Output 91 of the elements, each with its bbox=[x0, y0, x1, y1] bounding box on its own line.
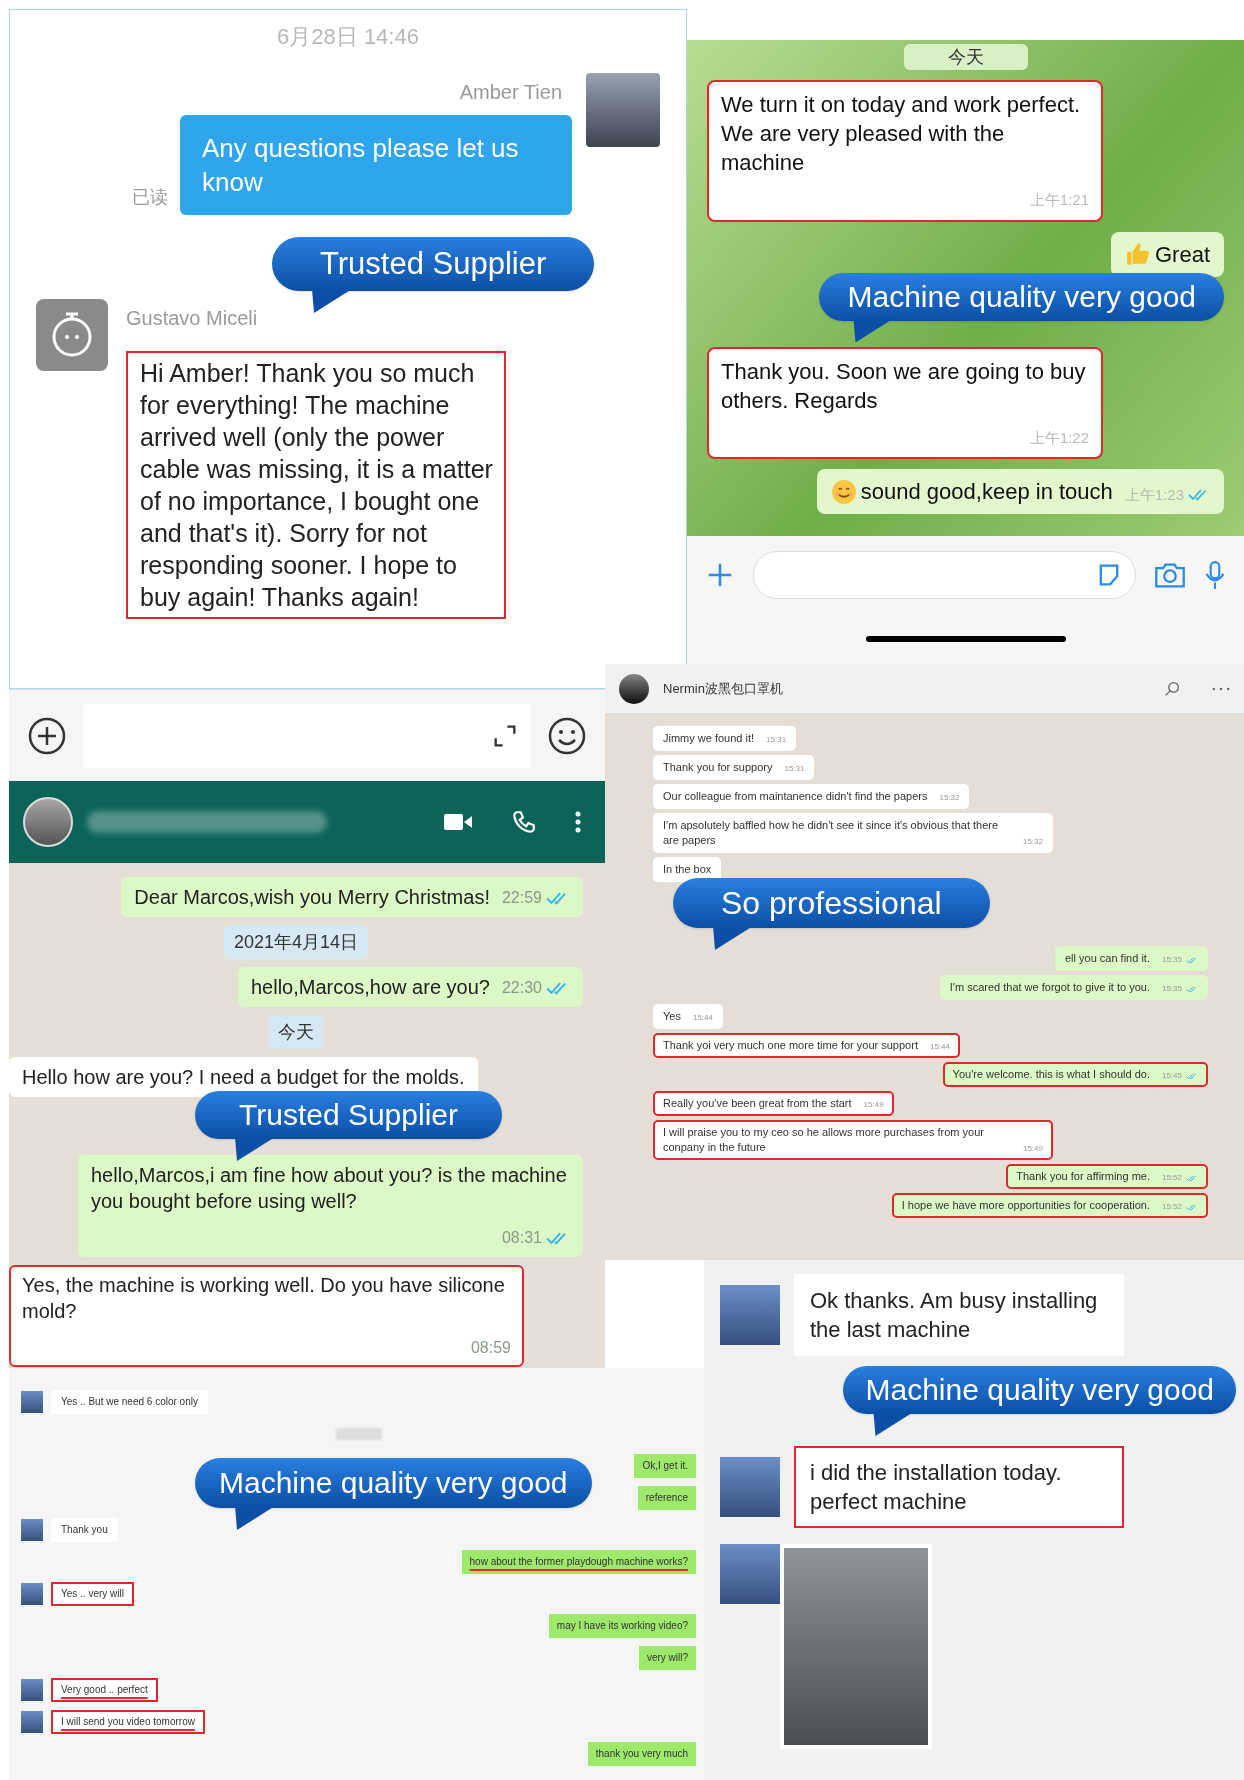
message-time: 15:52 bbox=[1161, 1201, 1182, 1213]
message-time: 15:44 bbox=[929, 1041, 950, 1053]
avatar-photo bbox=[21, 1679, 43, 1701]
message-text: reference bbox=[645, 1491, 688, 1505]
message-time: 15:44 bbox=[692, 1012, 713, 1024]
message-text: Thank you for affirming me. bbox=[1016, 1169, 1150, 1184]
avatar-photo bbox=[21, 1519, 43, 1541]
video-call-icon[interactable] bbox=[443, 812, 473, 832]
search-icon[interactable] bbox=[1164, 680, 1180, 697]
avatar-photo bbox=[720, 1285, 780, 1345]
microphone-icon[interactable] bbox=[1204, 560, 1226, 590]
message-time: 15:31 bbox=[784, 763, 805, 775]
message-text: Thank you. Soon we are going to buy others. Regards bbox=[721, 357, 1087, 415]
message-text: Hello how are you? I need a budget for the molds. bbox=[22, 1065, 465, 1090]
message-input-field[interactable] bbox=[83, 703, 531, 768]
message-text: sound good,keep in touch bbox=[860, 478, 1113, 506]
avatar-photo bbox=[23, 797, 73, 847]
message-text: ell you can find it. bbox=[1064, 951, 1150, 966]
avatar-photo bbox=[720, 1544, 780, 1604]
message-text: Jimmy we found it! bbox=[663, 731, 755, 746]
message-text: thank you very much bbox=[595, 1747, 688, 1761]
avatar-photo bbox=[21, 1391, 43, 1413]
message-text: Yes, the machine is working well. Do you have silicone mold? bbox=[22, 1273, 506, 1324]
add-icon[interactable] bbox=[27, 715, 67, 756]
emoji-icon[interactable] bbox=[547, 715, 587, 756]
message-time: 上午1:21 bbox=[1029, 190, 1089, 210]
message-time: 22:30 bbox=[501, 978, 542, 998]
message-input-field[interactable] bbox=[753, 551, 1136, 599]
message-time: 上午1:23 bbox=[1124, 484, 1184, 505]
message-bubble: Any questions please let us know bbox=[180, 115, 572, 215]
message-text: Great bbox=[1154, 240, 1210, 269]
date-label: 今天 bbox=[903, 44, 1028, 70]
message-text: I'm scared that we forgot to give it to you. bbox=[949, 980, 1150, 995]
message-text: Thank yoi very much one more time for your support bbox=[663, 1038, 918, 1053]
message-time: 08:59 bbox=[470, 1338, 511, 1358]
message-time: 15:32 bbox=[1022, 836, 1043, 848]
message-time: 15:45 bbox=[1161, 1070, 1182, 1082]
message-text: We turn it on today and work perfect. We are very pleased with the machine bbox=[721, 91, 1082, 177]
read-status: 已读 bbox=[132, 186, 168, 209]
message-text: Hi Amber! Thank you so much for everything! The machine arrived well (only the power cable was missing, it is a matter of no importance, I bought one and that's it). Sorry for not responding sooner. I hope to buy again! Thanks again! bbox=[126, 351, 506, 619]
avatar-photo bbox=[619, 673, 649, 704]
date-label: 今天 bbox=[268, 1015, 324, 1049]
sender-name: Amber Tien bbox=[459, 80, 562, 105]
message-text: Yes bbox=[663, 1009, 681, 1024]
message-text: Very good .. perfect bbox=[61, 1683, 148, 1697]
message-time: 15:35 bbox=[1161, 983, 1182, 995]
timer-avatar-icon bbox=[36, 299, 108, 371]
message-text: how about the former playdough machine works? bbox=[469, 1555, 688, 1569]
message-text: very will? bbox=[646, 1651, 688, 1665]
message-time: 22:59 bbox=[501, 888, 542, 908]
message-time: 15:31 bbox=[766, 734, 787, 746]
sender-name: Gustavo Miceli bbox=[126, 306, 259, 331]
message-text: hello,Marcos,how are you? bbox=[250, 975, 490, 1000]
message-text: Yes .. very will bbox=[61, 1587, 124, 1601]
smiley-icon bbox=[830, 478, 857, 505]
message-text: Really you've been great from the start bbox=[663, 1096, 852, 1111]
message-time: 上午1:22 bbox=[1029, 427, 1089, 448]
message-text: hello,Marcos,i am fine how about you? is the machine you bought before using well? bbox=[91, 1163, 568, 1214]
more-icon[interactable] bbox=[575, 810, 581, 834]
message-text: You're welcome. this is what I should do. bbox=[952, 1067, 1150, 1082]
message-time: 15:49 bbox=[863, 1099, 884, 1111]
message-text: In the box bbox=[663, 862, 712, 877]
message-text: Thank you bbox=[61, 1523, 108, 1537]
message-time: 15:32 bbox=[939, 792, 960, 804]
avatar-photo bbox=[720, 1457, 780, 1517]
phone-icon[interactable] bbox=[511, 809, 537, 835]
message-time: 15:35 bbox=[1161, 954, 1182, 966]
more-icon[interactable] bbox=[1212, 686, 1230, 691]
date-label: 2021年4月14日 bbox=[223, 925, 369, 959]
message-text: Yes .. But we need 6 color only bbox=[61, 1395, 198, 1409]
thumbs-up-icon bbox=[1124, 241, 1151, 267]
avatar-photo bbox=[21, 1711, 43, 1733]
message-text: I will praise you to my ceo so he allows more purchases from your conpany in the future bbox=[663, 1125, 985, 1155]
message-text: Dear Marcos,wish you Merry Christmas! bbox=[134, 885, 490, 910]
message-text: Thank you for suppory bbox=[663, 760, 773, 775]
message-text: Ok thanks. Am busy installing the last machine bbox=[810, 1287, 1099, 1344]
message-text: I hope we have more opportunities for cooperation. bbox=[901, 1198, 1150, 1213]
avatar-photo bbox=[21, 1583, 43, 1605]
message-time: 08:31 bbox=[501, 1228, 542, 1248]
message-text: I'm apsolutely baffled how he didn't see it since it's obvious that there are papers bbox=[663, 818, 1000, 848]
message-time: 15:52 bbox=[1161, 1172, 1182, 1184]
message-text: I will send you video tomorrow bbox=[61, 1715, 195, 1729]
message-text: Our colleague from maintanence didn't find the papers bbox=[663, 789, 928, 804]
date-label: 6月28日 14:46 bbox=[277, 23, 419, 51]
camera-icon[interactable] bbox=[1154, 561, 1186, 589]
message-text: may I have its working video? bbox=[556, 1619, 688, 1633]
contact-name: Nermin波黑包口罩机 bbox=[663, 679, 783, 698]
blurred-timestamp bbox=[335, 1428, 382, 1440]
message-time: 15:49 bbox=[1022, 1143, 1043, 1155]
message-text: i did the installation today. perfect machine bbox=[810, 1459, 1063, 1516]
message-text: Ok,I get it. bbox=[642, 1459, 688, 1473]
